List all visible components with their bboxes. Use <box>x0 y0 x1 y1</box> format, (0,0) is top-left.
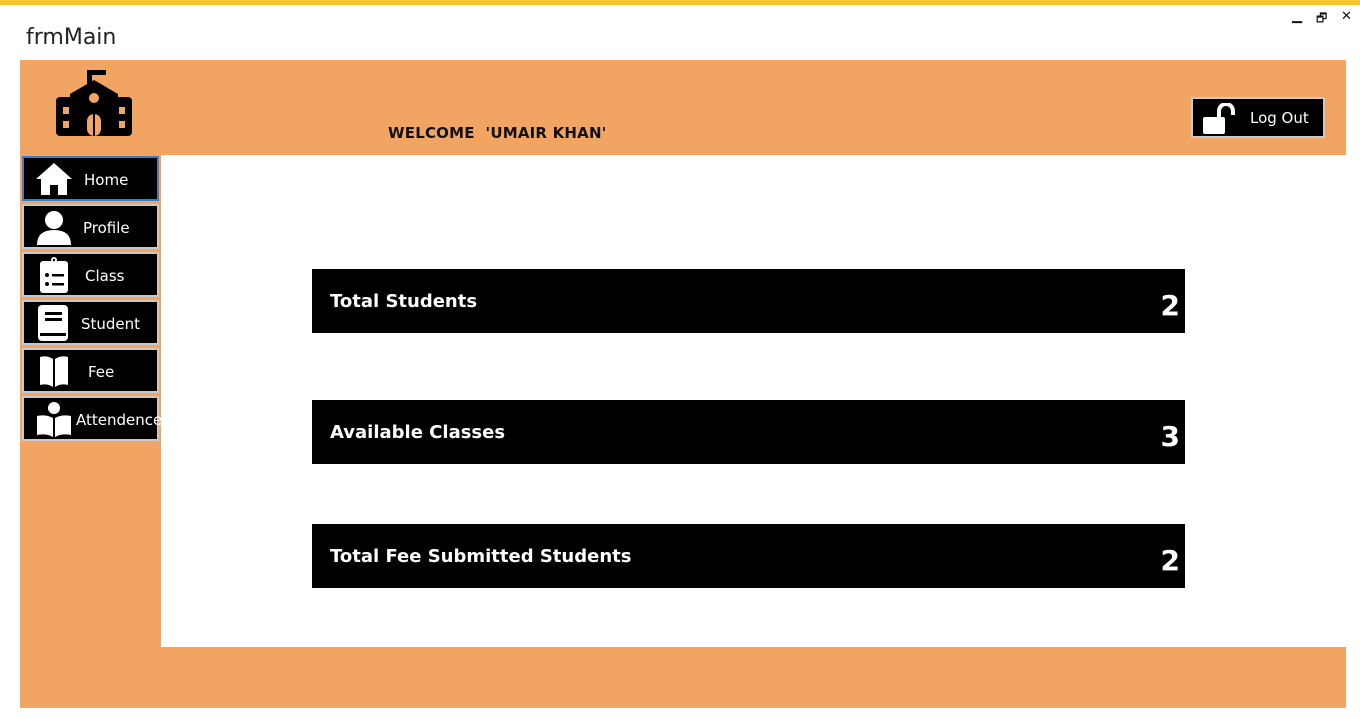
sidebar-item-label: Attendence <box>76 411 163 429</box>
stat-card-available-classes: Available Classes 3 <box>312 400 1185 464</box>
stat-card-total-fee-submitted: Total Fee Submitted Students 2 <box>312 524 1185 588</box>
logout-label: Log Out <box>1250 109 1309 127</box>
window-title: frmMain <box>26 25 117 50</box>
sidebar-item-student[interactable]: Student <box>22 300 159 345</box>
stat-card-value: 2 <box>1160 289 1180 322</box>
clipboard-list-icon <box>40 257 68 293</box>
book-icon <box>38 305 68 341</box>
sidebar-item-class[interactable]: Class <box>22 252 159 297</box>
stat-card-label: Total Fee Submitted Students <box>330 546 632 567</box>
stat-card-value: 3 <box>1160 420 1180 453</box>
sidebar-item-label: Profile <box>83 219 130 237</box>
sidebar-item-label: Fee <box>88 363 115 381</box>
stat-card-label: Total Students <box>330 291 478 312</box>
close-button[interactable]: ✕ <box>1341 9 1352 24</box>
sidebar-item-label: Home <box>84 171 129 189</box>
header: WELCOME 'UMAIR KHAN' Log Out <box>20 60 1346 155</box>
minimize-button[interactable]: ▁ <box>1292 9 1302 24</box>
reader-icon <box>37 402 71 437</box>
sidebar-item-label: Student <box>81 315 141 333</box>
school-icon <box>56 70 132 136</box>
main-frame: WELCOME 'UMAIR KHAN' Log Out Home Profil… <box>20 60 1346 708</box>
sidebar-item-attendence[interactable]: Attendence <box>22 396 163 441</box>
stat-card-total-students: Total Students 2 <box>312 269 1185 333</box>
unlocked-padlock-icon <box>1203 103 1235 134</box>
dashboard-panel: Total Students 2 Available Classes 3 Tot… <box>161 155 1346 647</box>
sidebar-item-home[interactable]: Home <box>22 156 159 201</box>
logout-button[interactable]: Log Out <box>1191 97 1325 138</box>
stat-card-value: 2 <box>1160 544 1180 577</box>
welcome-text: WELCOME 'UMAIR KHAN' <box>388 124 607 142</box>
title-bar: frmMain ▁ 🗗 ✕ <box>0 5 1360 60</box>
home-icon <box>36 163 72 195</box>
restore-button[interactable]: 🗗 <box>1316 9 1327 30</box>
open-book-icon <box>40 356 68 387</box>
sidebar-item-label: Class <box>85 267 125 285</box>
sidebar-item-fee[interactable]: Fee <box>22 348 159 393</box>
sidebar: Home Profile Class Student Fee Attendenc… <box>22 156 163 444</box>
stat-card-label: Available Classes <box>330 422 506 443</box>
user-icon <box>37 211 71 245</box>
sidebar-item-profile[interactable]: Profile <box>22 204 159 249</box>
